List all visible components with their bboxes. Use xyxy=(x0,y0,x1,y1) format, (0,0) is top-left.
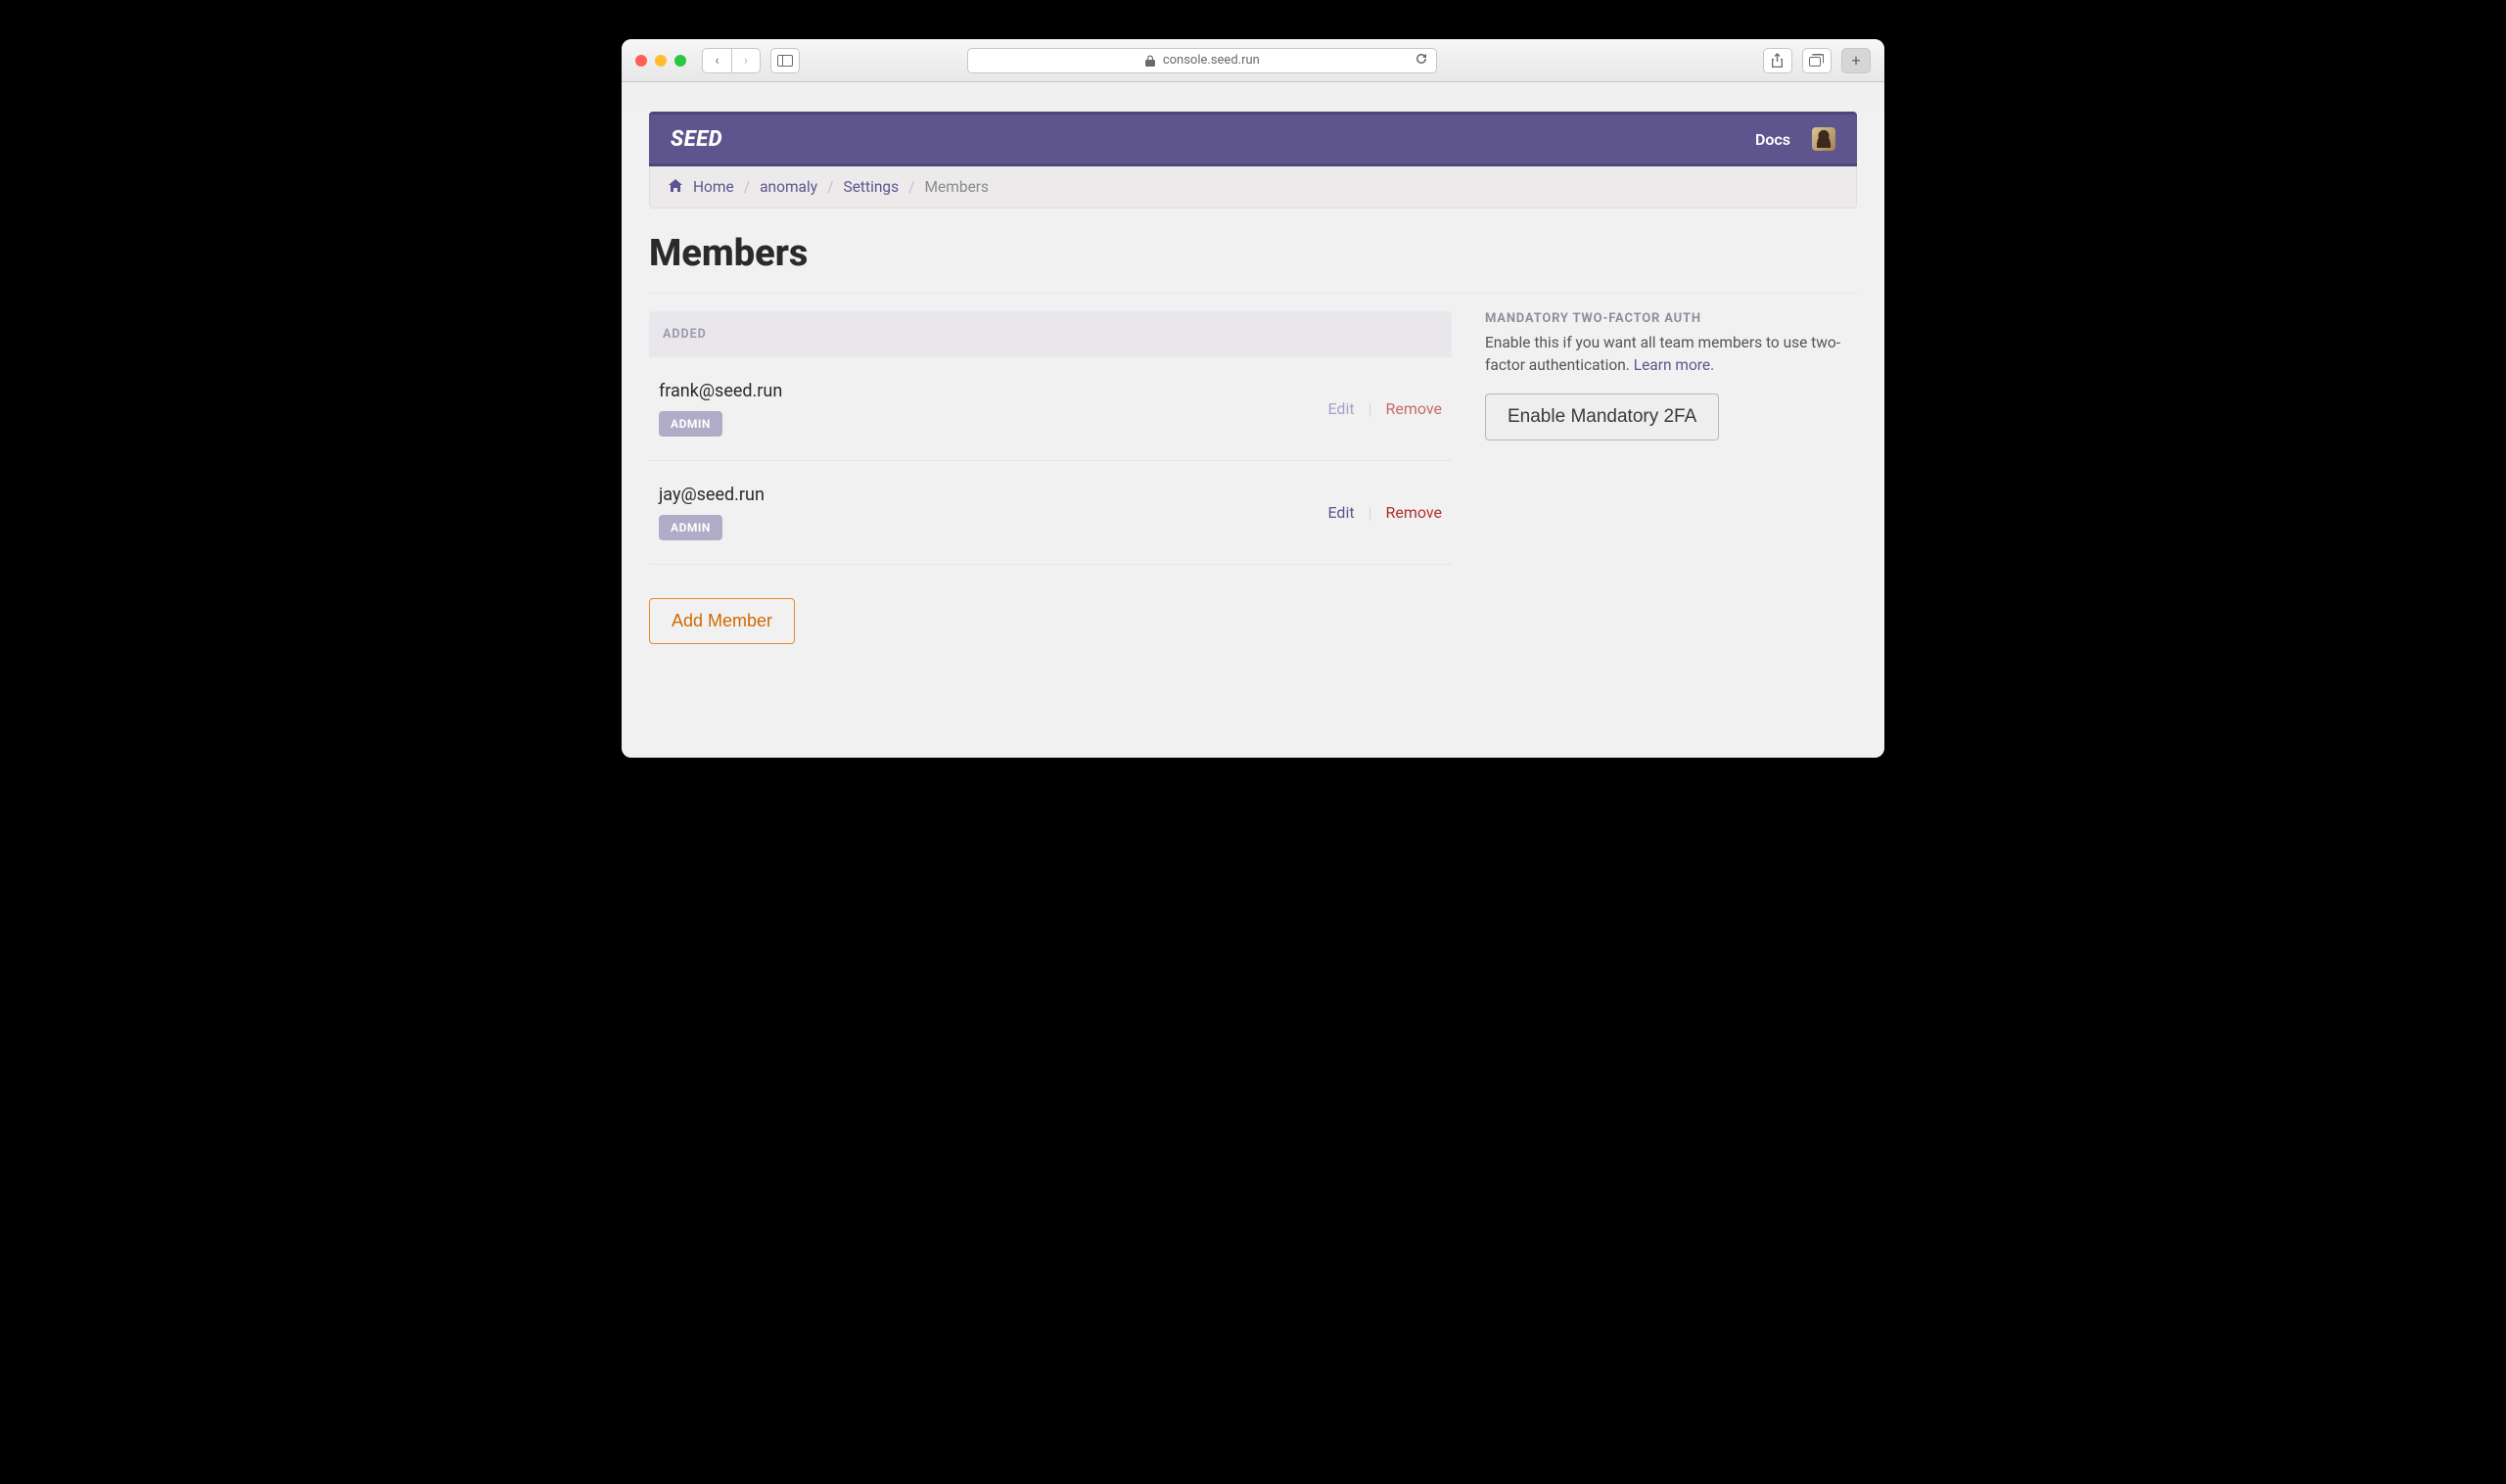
share-icon xyxy=(1771,53,1784,68)
tabs-icon xyxy=(1809,54,1824,67)
mac-window: ‹ › console.seed.run xyxy=(622,39,1884,758)
role-badge: ADMIN xyxy=(659,411,722,437)
url-bar[interactable]: console.seed.run xyxy=(967,48,1437,73)
mfa-panel-description: Enable this if you want all team members… xyxy=(1485,332,1857,378)
app-topbar: SEED Docs xyxy=(649,112,1857,166)
docs-link[interactable]: Docs xyxy=(1755,130,1790,149)
mfa-panel-title: MANDATORY TWO-FACTOR AUTH xyxy=(1485,311,1857,326)
tabs-button[interactable] xyxy=(1802,48,1832,73)
breadcrumb: Home / anomaly / Settings / Members xyxy=(649,166,1857,209)
breadcrumb-home[interactable]: Home xyxy=(693,178,734,196)
mfa-panel: MANDATORY TWO-FACTOR AUTH Enable this if… xyxy=(1485,311,1857,441)
minimize-window-button[interactable] xyxy=(655,55,667,67)
member-actions: Edit | Remove xyxy=(1327,399,1442,418)
nav-buttons: ‹ › xyxy=(702,48,761,73)
browser-viewport: SEED Docs Home / anomaly / Settings / Me… xyxy=(622,112,1884,758)
page-title: Members xyxy=(649,232,1857,294)
zoom-window-button[interactable] xyxy=(674,55,686,67)
member-email: jay@seed.run xyxy=(659,485,765,505)
reload-icon[interactable] xyxy=(1415,52,1428,70)
new-tab-button[interactable]: + xyxy=(1841,48,1871,73)
close-window-button[interactable] xyxy=(635,55,647,67)
breadcrumb-sep: / xyxy=(744,178,750,196)
home-icon xyxy=(668,178,683,196)
learn-more-link[interactable]: Learn more. xyxy=(1634,356,1715,374)
forward-button[interactable]: › xyxy=(731,48,761,73)
member-actions: Edit | Remove xyxy=(1327,503,1442,522)
add-member-button[interactable]: Add Member xyxy=(649,598,795,644)
enable-2fa-button[interactable]: Enable Mandatory 2FA xyxy=(1485,394,1719,441)
sidebar-icon xyxy=(777,55,793,67)
mac-titlebar: ‹ › console.seed.run xyxy=(622,39,1884,82)
remove-member-link[interactable]: Remove xyxy=(1385,399,1442,418)
back-button[interactable]: ‹ xyxy=(702,48,731,73)
avatar[interactable] xyxy=(1812,127,1835,151)
url-display: console.seed.run xyxy=(1163,53,1260,68)
plus-icon: + xyxy=(1851,51,1860,70)
role-badge: ADMIN xyxy=(659,515,722,540)
breadcrumb-sep: / xyxy=(908,178,914,196)
breadcrumb-settings[interactable]: Settings xyxy=(844,178,900,196)
lock-icon xyxy=(1145,55,1155,67)
members-panel-header: ADDED xyxy=(649,311,1452,357)
share-button[interactable] xyxy=(1763,48,1792,73)
edit-member-link[interactable]: Edit xyxy=(1327,399,1354,418)
breadcrumb-current: Members xyxy=(925,178,990,196)
member-row: jay@seed.run ADMIN Edit | Remove xyxy=(649,461,1452,565)
members-column: ADDED frank@seed.run ADMIN Edit | Remove xyxy=(649,311,1452,644)
breadcrumb-sep: / xyxy=(827,178,833,196)
app-logo[interactable]: SEED xyxy=(671,127,722,152)
member-row: frank@seed.run ADMIN Edit | Remove xyxy=(649,357,1452,461)
edit-member-link[interactable]: Edit xyxy=(1327,503,1354,522)
sidebar-toggle-button[interactable] xyxy=(770,48,800,73)
remove-member-link[interactable]: Remove xyxy=(1385,503,1442,522)
window-controls xyxy=(635,55,686,67)
breadcrumb-org[interactable]: anomaly xyxy=(760,178,817,196)
member-email: frank@seed.run xyxy=(659,381,782,401)
